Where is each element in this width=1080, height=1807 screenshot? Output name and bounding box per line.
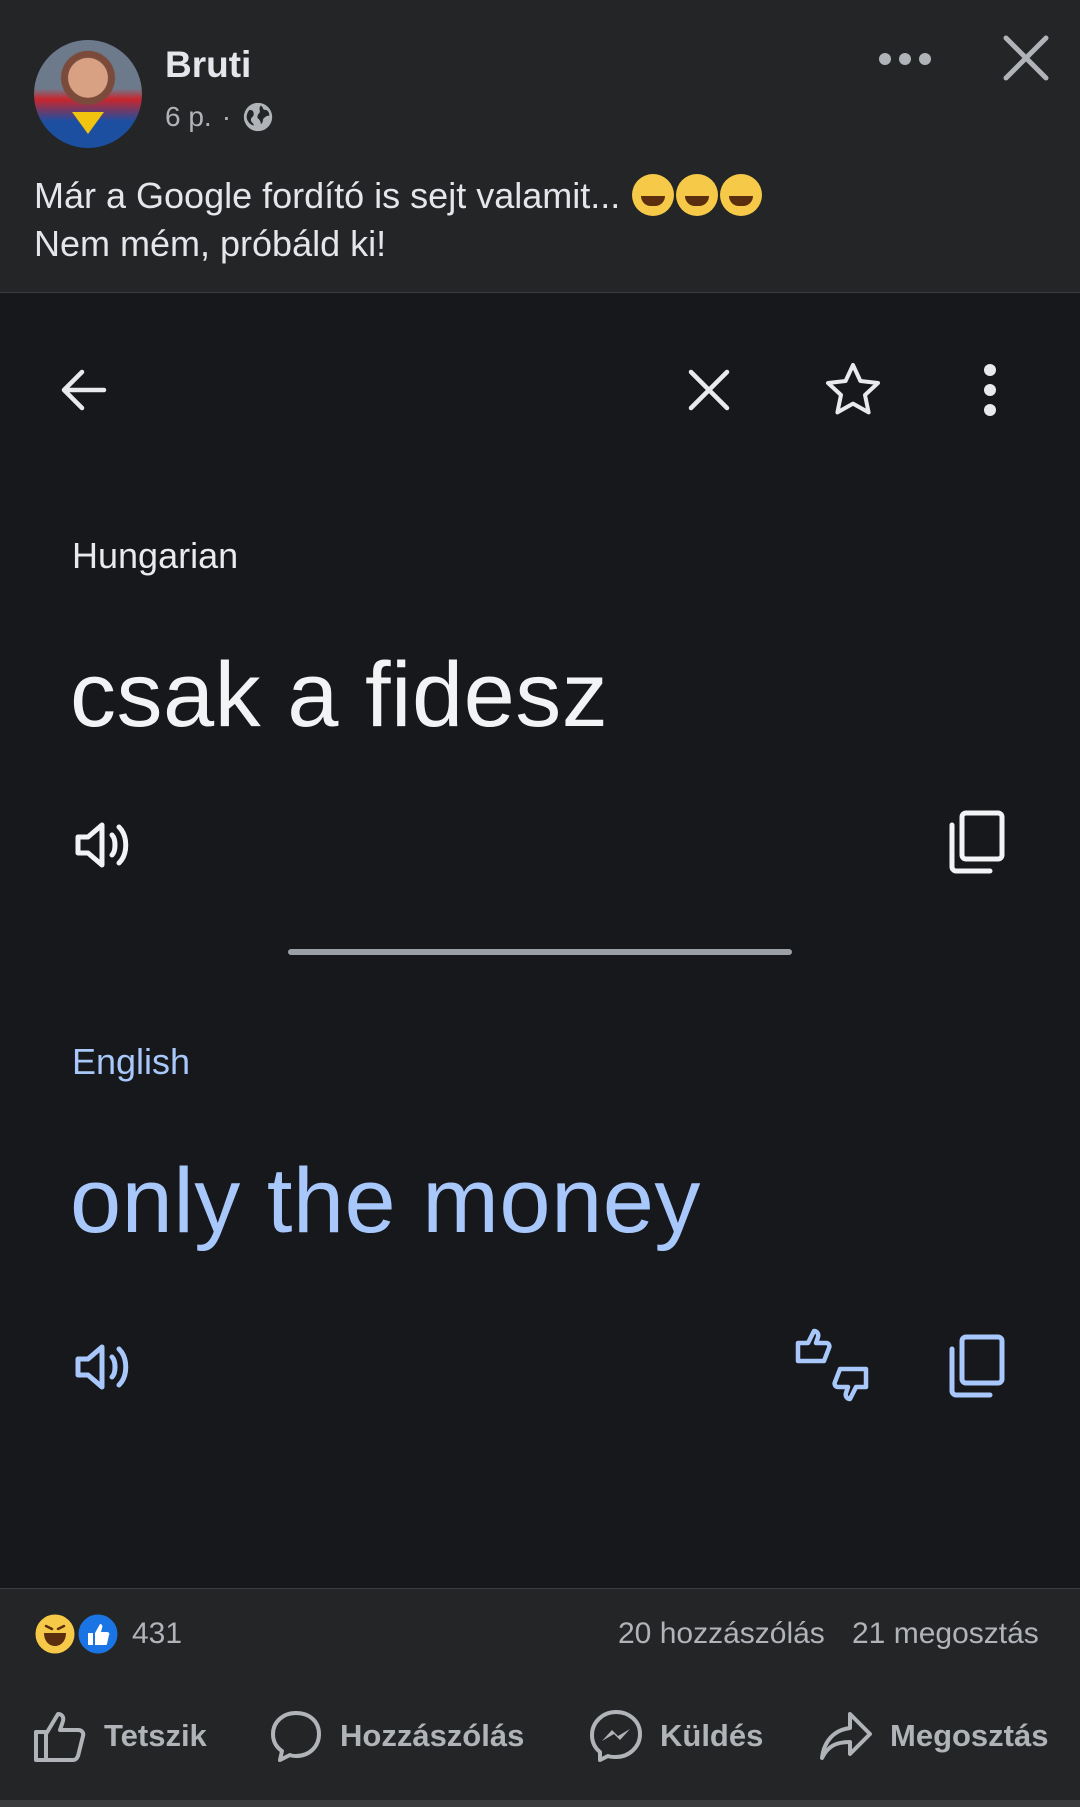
shares-count[interactable]: 21 megosztás [852, 1617, 1039, 1651]
caption-line-2: Nem mém, próbáld ki! [34, 223, 387, 264]
post-actions: Tetszik Hozzászólás Küldés Megosztás [0, 1678, 1080, 1800]
speaker-icon [75, 822, 129, 868]
caption-line-1: Már a Google fordító is sejt valamit... [34, 175, 621, 216]
close-icon[interactable] [1000, 32, 1052, 84]
post-caption: Már a Google fordító is sejt valamit... … [34, 172, 763, 268]
like-reaction-icon [75, 1611, 121, 1657]
sweat-smile-emoji [632, 174, 675, 216]
meta-separator: · [221, 101, 232, 132]
send-label: Küldés [660, 1718, 764, 1753]
comment-label: Hozzászólás [340, 1718, 525, 1753]
translate-screenshot[interactable]: Hungarian csak a fidesz English only the… [0, 293, 1080, 1588]
post-header: Bruti 6 p. · Már a Google fordító is sej… [0, 0, 1080, 293]
post-meta: 6 p. · [165, 100, 275, 134]
share-label: Megosztás [890, 1718, 1049, 1753]
copy-icon [949, 1334, 1005, 1398]
reaction-icons[interactable] [32, 1611, 122, 1657]
like-button[interactable]: Tetszik [32, 1706, 207, 1766]
source-language-label: Hungarian [72, 535, 239, 576]
post-time[interactable]: 6 p. [165, 101, 212, 133]
target-language-label: English [72, 1041, 191, 1082]
thumbs-up-icon [34, 1712, 86, 1762]
globe-icon [243, 102, 273, 132]
back-arrow-icon [61, 369, 107, 411]
joy-emoji [720, 174, 763, 216]
speaker-icon [75, 1344, 129, 1390]
rofl-emoji [676, 174, 719, 216]
target-text: only the money [70, 1150, 701, 1252]
messenger-icon [590, 1710, 642, 1762]
superman-logo [72, 112, 104, 134]
haha-reaction-icon [32, 1611, 78, 1657]
clear-icon [688, 369, 730, 411]
comment-bubble-icon [271, 1711, 321, 1762]
comments-count[interactable]: 20 hozzászólás [618, 1617, 825, 1651]
reactions-bar: 431 20 hozzászólás 21 megosztás [0, 1588, 1080, 1679]
like-label: Tetszik [104, 1718, 207, 1753]
send-button[interactable]: Küldés [588, 1706, 763, 1766]
drag-divider[interactable] [288, 949, 792, 955]
bottom-strip [0, 1800, 1080, 1807]
source-text: csak a fidesz [70, 644, 609, 746]
author-name[interactable]: Bruti [165, 44, 251, 86]
reaction-count[interactable]: 431 [132, 1617, 182, 1651]
share-button[interactable]: Megosztás [818, 1706, 1048, 1766]
avatar[interactable] [34, 40, 142, 148]
star-icon [826, 363, 880, 415]
thumbs-feedback-icon [795, 1328, 869, 1402]
more-vertical-icon [984, 364, 996, 416]
share-arrow-icon [820, 1712, 872, 1760]
comment-button[interactable]: Hozzászólás [268, 1706, 524, 1766]
copy-icon [949, 810, 1005, 874]
more-horizontal-icon[interactable] [878, 52, 932, 66]
